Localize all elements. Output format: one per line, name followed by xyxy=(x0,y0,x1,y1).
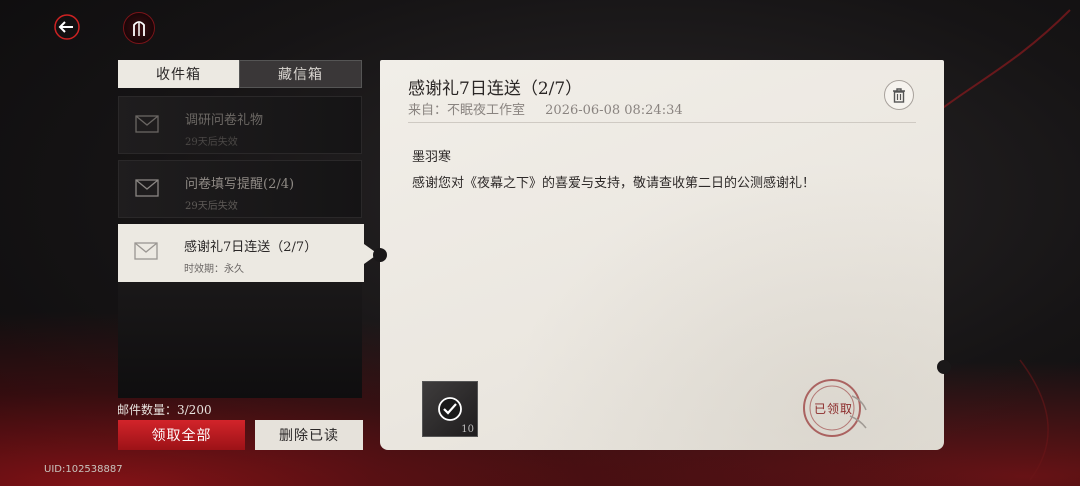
letter-recipient: 墨羽寒 xyxy=(412,150,452,165)
mail-title: 感谢礼7日连送（2/7） xyxy=(184,240,318,255)
envelope-icon xyxy=(135,179,159,197)
letter-sender: 来自：不眠夜工作室 xyxy=(408,103,526,118)
reward-quantity: 10 xyxy=(461,424,474,435)
letter-body: 感谢您对《夜幕之下》的喜爱与支持，敬请查收第二日的公测感谢礼！ xyxy=(412,176,816,191)
back-button[interactable] xyxy=(52,12,82,42)
letter-meta: 来自：不眠夜工作室 2026-06-08 08:24:34 xyxy=(408,99,699,118)
claimed-stamp: 已领取 xyxy=(800,376,870,440)
stamp-label: 已领取 xyxy=(814,402,854,416)
mail-expiry: 时效期：永久 xyxy=(184,264,244,275)
mail-expiry: 29天后失效 xyxy=(185,137,238,148)
tab-saved[interactable]: 藏信箱 xyxy=(239,60,362,88)
claim-all-button[interactable]: 领取全部 xyxy=(118,420,245,450)
letter-panel: 感谢礼7日连送（2/7） 来自：不眠夜工作室 2026-06-08 08:24:… xyxy=(373,60,951,450)
back-arrow-icon xyxy=(54,14,80,40)
list-item[interactable]: 问卷填写提醒(2/4) 29天后失效 xyxy=(118,160,362,218)
home-button[interactable] xyxy=(123,12,155,44)
list-item-selected[interactable]: 感谢礼7日连送（2/7） 时效期：永久 xyxy=(118,224,378,282)
home-icon xyxy=(133,21,145,36)
mail-count: 邮件数量：3/200 xyxy=(117,403,212,417)
mail-title: 调研问卷礼物 xyxy=(185,113,264,128)
delete-read-button[interactable]: 删除已读 xyxy=(255,420,363,450)
user-id: UID:102538887 xyxy=(44,464,123,475)
letter-date: 2026-06-08 08:24:34 xyxy=(545,103,683,118)
divider xyxy=(408,122,916,123)
letter-title: 感谢礼7日连送（2/7） xyxy=(408,79,583,99)
mail-title: 问卷填写提醒(2/4) xyxy=(185,177,295,192)
reward-item[interactable]: 10 xyxy=(422,381,478,437)
list-item[interactable]: 调研问卷礼物 29天后失效 xyxy=(118,96,362,154)
claimed-check-icon xyxy=(438,397,462,421)
tab-inbox[interactable]: 收件箱 xyxy=(118,60,239,88)
paper-notch xyxy=(373,248,387,262)
paper-notch xyxy=(937,360,951,374)
envelope-icon xyxy=(135,115,159,133)
delete-mail-button[interactable] xyxy=(884,80,914,110)
mail-list: 调研问卷礼物 29天后失效 问卷填写提醒(2/4) 29天后失效 感谢礼7日连送… xyxy=(118,96,378,396)
envelope-icon xyxy=(134,242,158,260)
trash-icon xyxy=(893,88,905,103)
mailbox-tabs: 收件箱 藏信箱 xyxy=(118,60,362,88)
mail-expiry: 29天后失效 xyxy=(185,201,238,212)
